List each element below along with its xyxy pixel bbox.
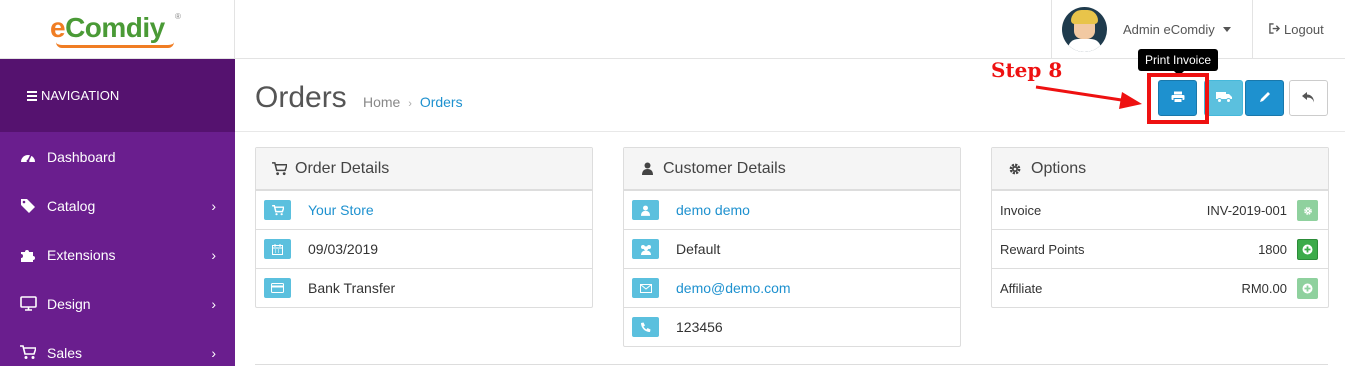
customer-group: Default: [676, 241, 721, 257]
reply-icon: [1302, 90, 1315, 106]
annotation-highlight-box: [1147, 73, 1209, 124]
user-icon: [639, 162, 655, 175]
reward-points-value: 1800: [1258, 241, 1287, 257]
customer-email-row: demo@demo.com: [624, 268, 960, 307]
logo-area[interactable]: eComdiy ®: [0, 0, 235, 59]
date-row: 09/03/2019: [256, 229, 592, 268]
panel-title: Order Details: [295, 159, 390, 177]
sidebar-item-label: Dashboard: [47, 148, 116, 165]
credit-card-icon: [264, 278, 291, 298]
print-invoice-tooltip: Print Invoice: [1138, 49, 1218, 76]
invoice-row: Invoice INV-2019-001: [992, 190, 1328, 229]
reward-points-label: Reward Points: [1000, 241, 1085, 257]
affiliate-label: Affiliate: [1000, 280, 1043, 296]
chevron-right-icon: ›: [211, 198, 216, 214]
logo-text: Comdiy: [65, 12, 165, 43]
affiliate-commission: RM0.00: [1241, 280, 1287, 296]
panel-title: Options: [1031, 159, 1087, 177]
customer-phone: 123456: [676, 319, 723, 335]
payment-method: Bank Transfer: [308, 280, 396, 296]
dashboard-icon: [19, 149, 37, 165]
panel-title: Customer Details: [663, 159, 786, 177]
sidebar-item-sales[interactable]: Sales ›: [0, 328, 235, 377]
cog-icon: [1303, 206, 1312, 215]
back-button[interactable]: [1289, 80, 1328, 116]
order-date: 09/03/2019: [308, 241, 379, 257]
customer-group-row: Default: [624, 229, 960, 268]
sidebar: NAVIGATION Dashboard Catalog › Extension…: [0, 59, 235, 366]
payment-row: Bank Transfer: [256, 268, 592, 307]
sidebar-item-design[interactable]: Design ›: [0, 279, 235, 328]
breadcrumb-separator: ›: [408, 98, 412, 110]
customer-name-link[interactable]: demo demo: [676, 202, 750, 218]
panel-heading: Options: [992, 148, 1328, 190]
navigation-heading: NAVIGATION: [41, 88, 120, 103]
affiliate-row: Affiliate RM0.00: [992, 268, 1328, 307]
panel-heading: Order Details: [256, 148, 592, 190]
cog-icon: [1007, 162, 1023, 176]
envelope-icon: [632, 278, 659, 298]
sidebar-item-catalog[interactable]: Catalog ›: [0, 181, 235, 230]
options-panel: Options Invoice INV-2019-001 Reward Poin…: [991, 147, 1329, 308]
customer-name-row: demo demo: [624, 190, 960, 229]
logout-label: Logout: [1284, 22, 1324, 37]
user-icon: [632, 200, 659, 220]
order-details-panel: Order Details Your Store 09/03/2019 Bank…: [255, 147, 593, 308]
shipping-list-button[interactable]: [1204, 80, 1243, 116]
chevron-right-icon: ›: [211, 345, 216, 361]
chevron-right-icon: ›: [211, 296, 216, 312]
invoice-number: INV-2019-001: [1206, 202, 1287, 218]
group-icon: [632, 239, 659, 259]
sidebar-item-label: Catalog: [47, 197, 96, 214]
sidebar-item-dashboard[interactable]: Dashboard: [0, 132, 235, 181]
pencil-icon: [1259, 90, 1271, 106]
cart-icon: [19, 345, 37, 361]
chevron-right-icon: ›: [211, 247, 216, 263]
plus-circle-icon: [1302, 244, 1313, 255]
store-link[interactable]: Your Store: [308, 202, 374, 218]
edit-order-button[interactable]: [1245, 80, 1284, 116]
caret-down-icon: [1222, 27, 1231, 32]
sidebar-item-label: Sales: [47, 344, 83, 361]
add-reward-points-button[interactable]: [1297, 239, 1318, 260]
sidebar-item-extensions[interactable]: Extensions ›: [0, 230, 235, 279]
invoice-label: Invoice: [1000, 202, 1042, 218]
registered-mark: ®: [175, 12, 181, 21]
section-divider: [255, 364, 1328, 365]
monitor-icon: [19, 296, 37, 312]
ecomdiy-logo[interactable]: eComdiy: [50, 12, 165, 44]
store-row: Your Store: [256, 190, 592, 229]
bars-icon: [27, 89, 37, 103]
breadcrumb-orders[interactable]: Orders: [420, 94, 463, 110]
sign-out-icon: [1269, 22, 1281, 37]
generate-invoice-button[interactable]: [1297, 200, 1318, 221]
tags-icon: [19, 198, 37, 214]
navigation-toggle[interactable]: NAVIGATION: [0, 59, 235, 132]
puzzle-icon: [19, 247, 37, 263]
avatar: [1062, 7, 1107, 52]
logo-swoosh: [56, 42, 174, 48]
page-title: Orders: [255, 81, 347, 114]
username: Admin eComdiy: [1123, 22, 1215, 37]
customer-email-link[interactable]: demo@demo.com: [676, 280, 791, 296]
sidebar-item-label: Design: [47, 295, 91, 312]
annotation-arrow: [1035, 85, 1142, 109]
add-commission-button[interactable]: [1297, 278, 1318, 299]
step-annotation: Step 8: [991, 58, 1063, 82]
reward-points-row: Reward Points 1800: [992, 229, 1328, 268]
logo-e: e: [50, 12, 66, 43]
calendar-icon: [264, 239, 291, 259]
phone-icon: [632, 317, 659, 337]
breadcrumb: Home › Orders: [363, 94, 463, 110]
cart-icon: [271, 161, 287, 176]
panel-heading: Customer Details: [624, 148, 960, 190]
customer-details-panel: Customer Details demo demo Default demo@…: [623, 147, 961, 347]
plus-circle-icon: [1302, 283, 1313, 294]
sidebar-item-label: Extensions: [47, 246, 116, 263]
truck-icon: [1215, 90, 1232, 106]
customer-phone-row: 123456: [624, 307, 960, 346]
breadcrumb-home[interactable]: Home: [363, 94, 400, 110]
cart-icon: [264, 200, 291, 220]
logout-link[interactable]: Logout: [1252, 0, 1345, 59]
